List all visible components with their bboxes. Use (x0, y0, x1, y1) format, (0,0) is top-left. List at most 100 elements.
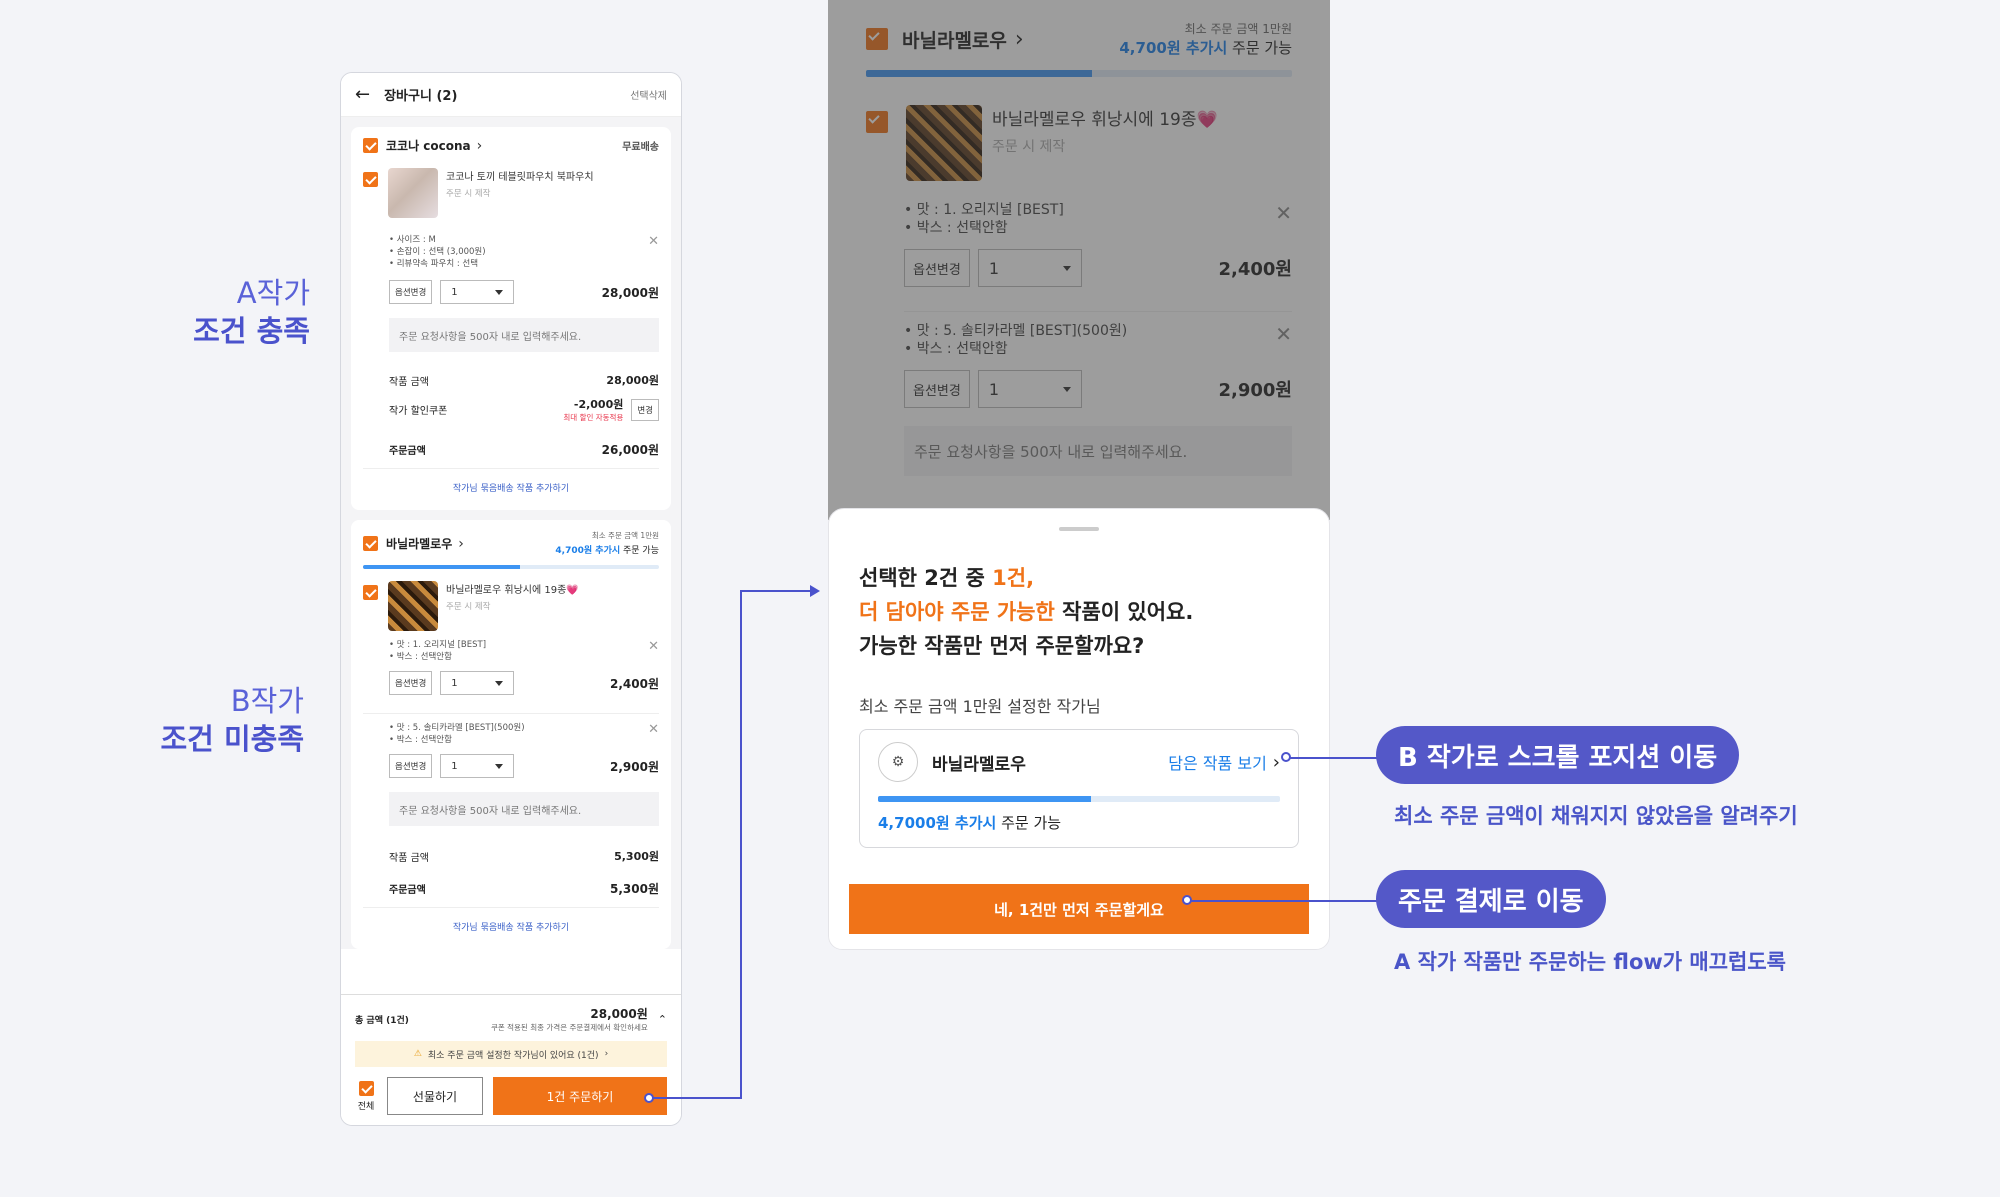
bundle-add-link[interactable]: 작가님 묶음배송 작품 추가하기 (363, 468, 659, 500)
annotation-b-status: 조건 미충족 (160, 722, 305, 756)
delete-selected-button[interactable]: 선택삭제 (630, 87, 667, 102)
available-label: 주문 가능 (623, 546, 659, 556)
caret-down-icon (495, 289, 504, 295)
order-available-button[interactable]: 네, 1건만 먼저 주문할게요 (849, 884, 1309, 934)
item-a-name[interactable]: 코코나 토끼 테블릿파우치 북파우치 (446, 168, 594, 183)
option-line: • 박스 : 선택안함 (389, 652, 452, 662)
request-memo-input[interactable]: 주문 요청사항을 500자 내로 입력해주세요. (389, 318, 659, 352)
min-order-warning[interactable]: ⚠ 최소 주문 금액 설정한 작가님이 있어요 (1건) › (355, 1041, 667, 1067)
option-line: • 맛 : 5. 솔티카라멜 [BEST](500원) (389, 723, 525, 733)
cart-title: 장바구니 (2) (384, 89, 458, 104)
item-b-checkbox[interactable] (363, 585, 378, 600)
select-all-label: 전체 (357, 1101, 375, 1112)
shop-b-checkbox[interactable] (363, 536, 378, 551)
item-a-checkbox[interactable] (363, 172, 378, 187)
question-line-3: 가능한 작품만 먼저 주문할까요? (859, 634, 1145, 658)
select-all-checkbox[interactable] (358, 1080, 374, 1096)
question-line-2b: 작품이 있어요. (1054, 600, 1194, 624)
order-callout-pill: 주문 결제로 이동 (1376, 870, 1606, 928)
connector-line (1286, 757, 1378, 759)
coupon-change-button[interactable]: 변경 (631, 398, 659, 421)
chevron-up-icon[interactable]: ⌃ (658, 1013, 667, 1026)
box-available: 주문 가능 (1001, 814, 1062, 832)
coupon-note: 최대 할인 자동적용 (563, 413, 624, 422)
option-line: • 리뷰약속 파우치 : 선택 (389, 259, 479, 269)
option-2-price: 2,900원 (610, 759, 659, 774)
question-line-1a: 선택한 2건 중 (859, 566, 993, 590)
sheet-question: 선택한 2건 중 1건, 더 담아야 주문 가능한 작품이 있어요. 가능한 작… (829, 531, 1329, 663)
item-amount-label: 작품 금액 (389, 376, 429, 388)
request-memo-input[interactable]: 주문 요청사항을 500자 내로 입력해주세요. (389, 792, 659, 826)
order-amount: 5,300원 (610, 882, 659, 896)
close-icon[interactable]: ✕ (648, 639, 659, 654)
box-progress (878, 796, 1280, 802)
min-order-progress (363, 565, 659, 569)
item-a-sub: 주문 시 제작 (446, 189, 491, 199)
order-button[interactable]: 1건 주문하기 (493, 1077, 667, 1115)
arrow-head-icon (810, 585, 820, 597)
question-line-2a: 더 담아야 주문 가능한 (859, 600, 1055, 624)
dim-overlay[interactable] (828, 0, 1330, 520)
option-line: • 박스 : 선택안함 (389, 735, 452, 745)
option-change-button[interactable]: 옵션변경 (389, 280, 433, 304)
add-amount: 4,700원 추가시 (555, 546, 621, 556)
annotation-a-title: A작가 (236, 276, 310, 310)
close-icon[interactable]: ✕ (648, 234, 659, 249)
shop-a-name[interactable]: 코코나 cocona (386, 137, 471, 154)
quantity-value: 1 (451, 760, 458, 772)
shop-b-card: 바닐라멜로우 › 최소 주문 금액 1만원 4,700원 추가시 주문 가능 바… (351, 520, 671, 949)
bottom-sheet: 선택한 2건 중 1건, 더 담아야 주문 가능한 작품이 있어요. 가능한 작… (828, 508, 1330, 950)
min-section-label: 최소 주문 금액 1만원 설정한 작가님 (859, 697, 1101, 716)
bundle-add-link[interactable]: 작가님 묶음배송 작품 추가하기 (363, 907, 659, 939)
quantity-value: 1 (451, 677, 458, 689)
option-change-button[interactable]: 옵션변경 (389, 671, 433, 695)
shop-a-checkbox[interactable] (363, 138, 378, 153)
order-amount-label: 주문금액 (389, 885, 426, 896)
cart-footer: 총 금액 (1건) 28,000원 쿠폰 적용된 최종 가격은 주문결제에서 확… (341, 994, 681, 1125)
gift-button[interactable]: 선물하기 (387, 1077, 483, 1115)
connector-line (652, 1097, 742, 1099)
cart-header: ← 장바구니 (2) 선택삭제 (341, 73, 681, 117)
total-amount: 28,000원 (590, 1007, 648, 1021)
back-arrow-icon[interactable]: ← (355, 84, 370, 105)
order-amount: 26,000원 (601, 443, 659, 457)
item-b-thumbnail[interactable] (388, 581, 438, 631)
view-items-link[interactable]: 담은 작품 보기 (1168, 750, 1267, 774)
quantity-select[interactable]: 1 (440, 754, 515, 778)
order-modal-screen: 바닐라멜로우 › 최소 주문 금액 1만원 4,700원 추가시 주문 가능 바… (828, 0, 1330, 950)
annotation-a: A작가 조건 충족 (140, 274, 310, 350)
option-line: • 손잡이 : 선택 (3,000원) (389, 247, 486, 257)
chevron-right-icon: › (1272, 751, 1280, 773)
annotation-a-status: 조건 충족 (193, 314, 310, 348)
item-b-name[interactable]: 바닐라멜로우 휘낭시에 19종💗 (446, 581, 579, 596)
close-icon[interactable]: ✕ (648, 722, 659, 737)
warning-text: 최소 주문 금액 설정한 작가님이 있어요 (1건) (427, 1050, 599, 1061)
shop-a-card: 코코나 cocona › 무료배송 코코나 토끼 테블릿파우치 북파우치 주문 … (351, 127, 671, 510)
order-amount-label: 주문금액 (389, 446, 426, 457)
free-shipping-badge: 무료배송 (622, 142, 659, 153)
connector-line (1190, 900, 1378, 902)
total-label: 총 금액 (1건) (355, 1016, 409, 1026)
connector-dot (1281, 752, 1291, 762)
min-order-progress-fill (363, 565, 520, 569)
item-amount: 5,300원 (614, 850, 659, 863)
order-callout-sub: A 작가 작품만 주문하는 flow가 매끄럽도록 (1394, 950, 1786, 974)
option-line: • 사이즈 : M (389, 235, 436, 245)
box-add-amount: 4,7000원 추가시 (878, 814, 997, 832)
connector-dot (644, 1093, 654, 1103)
chevron-right-icon: › (458, 535, 464, 552)
cart-screen: ← 장바구니 (2) 선택삭제 코코나 cocona › 무료배송 코코나 토끼… (340, 72, 682, 1126)
quantity-select[interactable]: 1 (440, 280, 515, 304)
shop-logo: ⚙ (878, 742, 918, 782)
option-1-price: 2,400원 (610, 676, 659, 691)
connector-line (740, 590, 816, 592)
connector-dot (1182, 895, 1192, 905)
coupon-label: 작가 할인쿠폰 (389, 406, 448, 417)
item-a-thumbnail[interactable] (388, 168, 438, 218)
option-change-button[interactable]: 옵션변경 (389, 754, 433, 778)
shop-b-name[interactable]: 바닐라멜로우 (386, 535, 452, 552)
box-shop-name: 바닐라멜로우 (932, 754, 1026, 775)
quantity-select[interactable]: 1 (440, 671, 515, 695)
caret-down-icon (495, 680, 504, 686)
item-a-options: • 사이즈 : M • 손잡이 : 선택 (3,000원) • 리뷰약속 파우치… (363, 234, 659, 270)
